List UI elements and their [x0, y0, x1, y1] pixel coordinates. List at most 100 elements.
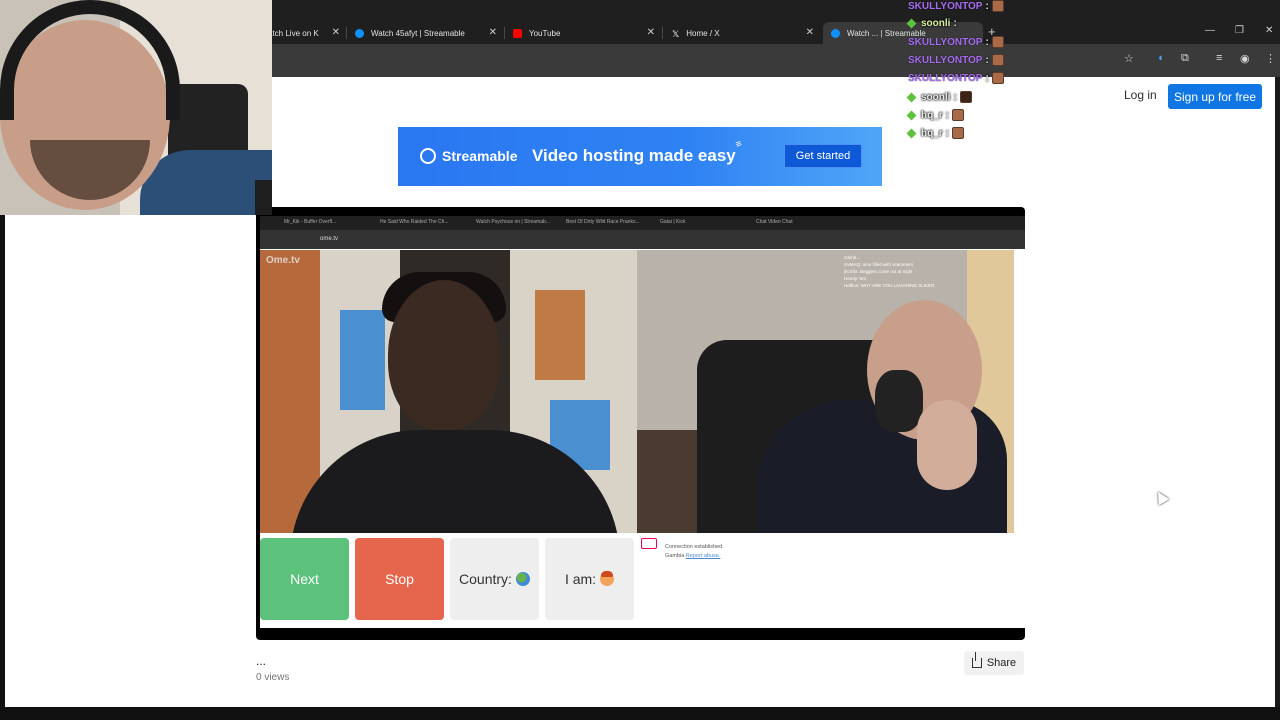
inner-tabstrip: Mr_Kik - Buffer Overfl... He Said Who Ra… — [260, 216, 1025, 230]
ometv-logo: Ome.tv — [266, 255, 300, 266]
close-icon[interactable]: ✕ — [332, 27, 340, 38]
youtube-icon — [513, 28, 522, 38]
streamable-icon — [355, 28, 364, 38]
badge-icon — [906, 92, 917, 102]
chat-message: hq_r: — [906, 109, 965, 121]
audio-icon[interactable]: ◖ — [1157, 52, 1164, 64]
promo-banner[interactable]: Streamable Video hosting made easy ≡ Get… — [398, 127, 882, 186]
headphones — [875, 370, 923, 432]
chat-message: SKULLYONTOP: — [908, 54, 1004, 66]
emote-icon — [991, 72, 1004, 84]
chat-username: hq_r — [921, 109, 943, 121]
next-button[interactable]: Next — [260, 538, 349, 620]
emote-icon — [991, 0, 1004, 12]
person-emoji-icon — [600, 571, 615, 586]
emote-icon — [991, 54, 1004, 66]
inner-chat-line: jhcmbr: Beggers come out at night — [844, 269, 913, 274]
streamable-icon — [420, 148, 436, 164]
share-button[interactable]: Share — [964, 651, 1024, 675]
login-button[interactable]: Log in — [1124, 88, 1157, 102]
browser-menu-icon[interactable]: ⋮ — [1265, 52, 1276, 65]
tab-kick[interactable]: atch Live on K ✕ — [268, 22, 340, 44]
page-scrollbar[interactable] — [1275, 77, 1280, 707]
chat-message: SKULLYONTOP: — [908, 36, 1004, 48]
chat-username: SKULLYONTOP — [908, 0, 983, 12]
badge-icon — [906, 110, 917, 120]
self-camera: Gamb... cIvMAQ: ome filled with scammers… — [637, 250, 1014, 533]
view-count: 0 views — [256, 672, 290, 683]
streamable-logo: Streamable — [420, 148, 517, 164]
ometv-controls: Next Stop Country: I am: — [260, 538, 637, 628]
tab-title: atch Live on K — [268, 28, 319, 38]
bookmark-star-icon[interactable]: ☆ — [1124, 52, 1134, 65]
frame-edge — [0, 707, 1280, 720]
chat-message: hq_r: — [906, 127, 965, 139]
chat-username: SKULLYONTOP — [908, 72, 983, 84]
chat-message: SKULLYONTOP: — [908, 0, 1004, 12]
country-selector[interactable]: Country: — [450, 538, 539, 620]
tab-title: YouTube — [529, 28, 561, 38]
inner-tab: Mr_Kik - Buffer Overfl... — [284, 219, 337, 225]
video-title: ... — [256, 654, 267, 668]
chat-message: SKULLYONTOP: — [908, 72, 1004, 84]
signup-button[interactable]: Sign up for free — [1168, 84, 1262, 109]
inner-tab: Chat Video Chat — [756, 219, 793, 225]
iam-label: I am: — [564, 571, 597, 587]
chat-username: soonli — [921, 18, 951, 29]
tab-title: Watch 45afyt | Streamable — [371, 28, 465, 38]
chat-message: soonli: — [906, 91, 972, 103]
inner-chat-line: cIvMAQ: ome filled with scammers — [844, 262, 914, 267]
frame-edge — [0, 215, 5, 710]
profile-avatar-icon[interactable]: ◉ — [1240, 52, 1250, 65]
restore-icon[interactable]: ❐ — [1235, 25, 1244, 36]
chat-username: SKULLYONTOP — [908, 54, 983, 66]
tab-youtube[interactable]: YouTube ✕ — [513, 22, 655, 44]
video-player[interactable]: Mr_Kik - Buffer Overfl... He Said Who Ra… — [256, 207, 1025, 640]
chat-username: hq_r — [921, 127, 943, 139]
inner-tab: Watch Psychous on | Streamab... — [476, 219, 550, 225]
stop-button[interactable]: Stop — [355, 538, 444, 620]
share-label: Share — [986, 657, 1017, 669]
inner-address-bar: ome.tv — [260, 230, 1025, 249]
close-icon[interactable]: ✕ — [489, 27, 497, 38]
connection-message: Connection established. Gambia Report ab… — [665, 543, 724, 561]
globe-icon — [515, 572, 530, 586]
tab-title: Home / X — [686, 28, 720, 38]
connection-status: Connection established. — [665, 544, 724, 550]
emote-icon — [952, 109, 965, 121]
emote-icon — [952, 127, 965, 139]
tab-streamable-1[interactable]: Watch 45afyt | Streamable ✕ — [355, 22, 497, 44]
chat-username: SKULLYONTOP — [908, 36, 983, 48]
badge-icon — [906, 128, 917, 138]
gender-selector[interactable]: I am: — [545, 538, 634, 620]
streamable-logo-text: Streamable — [442, 148, 518, 164]
close-icon[interactable]: ✕ — [647, 27, 655, 38]
close-window-icon[interactable]: ✕ — [1265, 25, 1273, 36]
inner-chat-line: Gamb... — [844, 255, 861, 260]
video-frame: Mr_Kik - Buffer Overfl... He Said Who Ra… — [260, 216, 1025, 628]
screen: atch Live on K ✕ Watch 45afyt | Streamab… — [0, 0, 1280, 720]
inner-chat-line: Handy: bro — [844, 276, 867, 281]
get-started-button[interactable]: Get started — [784, 144, 862, 168]
inner-chat-line: Haffion: WHY ARE YOU LAUGHING SLIKER — [844, 283, 935, 288]
extensions-icon[interactable]: ⧉ — [1181, 52, 1189, 65]
close-icon[interactable]: ✕ — [806, 27, 814, 38]
emote-icon — [991, 36, 1004, 48]
inner-url-text: ome.tv — [320, 236, 339, 242]
report-abuse-link[interactable]: Report abuse. — [686, 553, 721, 559]
flag-icon — [641, 538, 657, 549]
share-icon — [971, 652, 982, 668]
minimize-icon[interactable]: — — [1205, 25, 1215, 36]
streamer-webcam — [0, 0, 272, 215]
inner-tab: Best Of Dirty Wild Race Pranks... — [566, 219, 640, 225]
country-label: Country: — [459, 571, 512, 587]
ometv-chat-box: Connection established. Gambia Report ab… — [637, 533, 1014, 628]
x-logo-icon: 𝕏 — [672, 28, 680, 39]
chat-username: soonli — [921, 91, 951, 103]
tab-x[interactable]: 𝕏 Home / X ✕ — [672, 22, 814, 44]
inner-chat-overlay: Gamb... cIvMAQ: ome filled with scammers… — [844, 254, 994, 289]
media-controls-icon[interactable]: ≡ — [1216, 52, 1222, 64]
stranger-camera: Ome.tv — [260, 250, 637, 533]
streamable-icon — [831, 28, 840, 38]
chat-message: soonli: — [906, 18, 957, 29]
